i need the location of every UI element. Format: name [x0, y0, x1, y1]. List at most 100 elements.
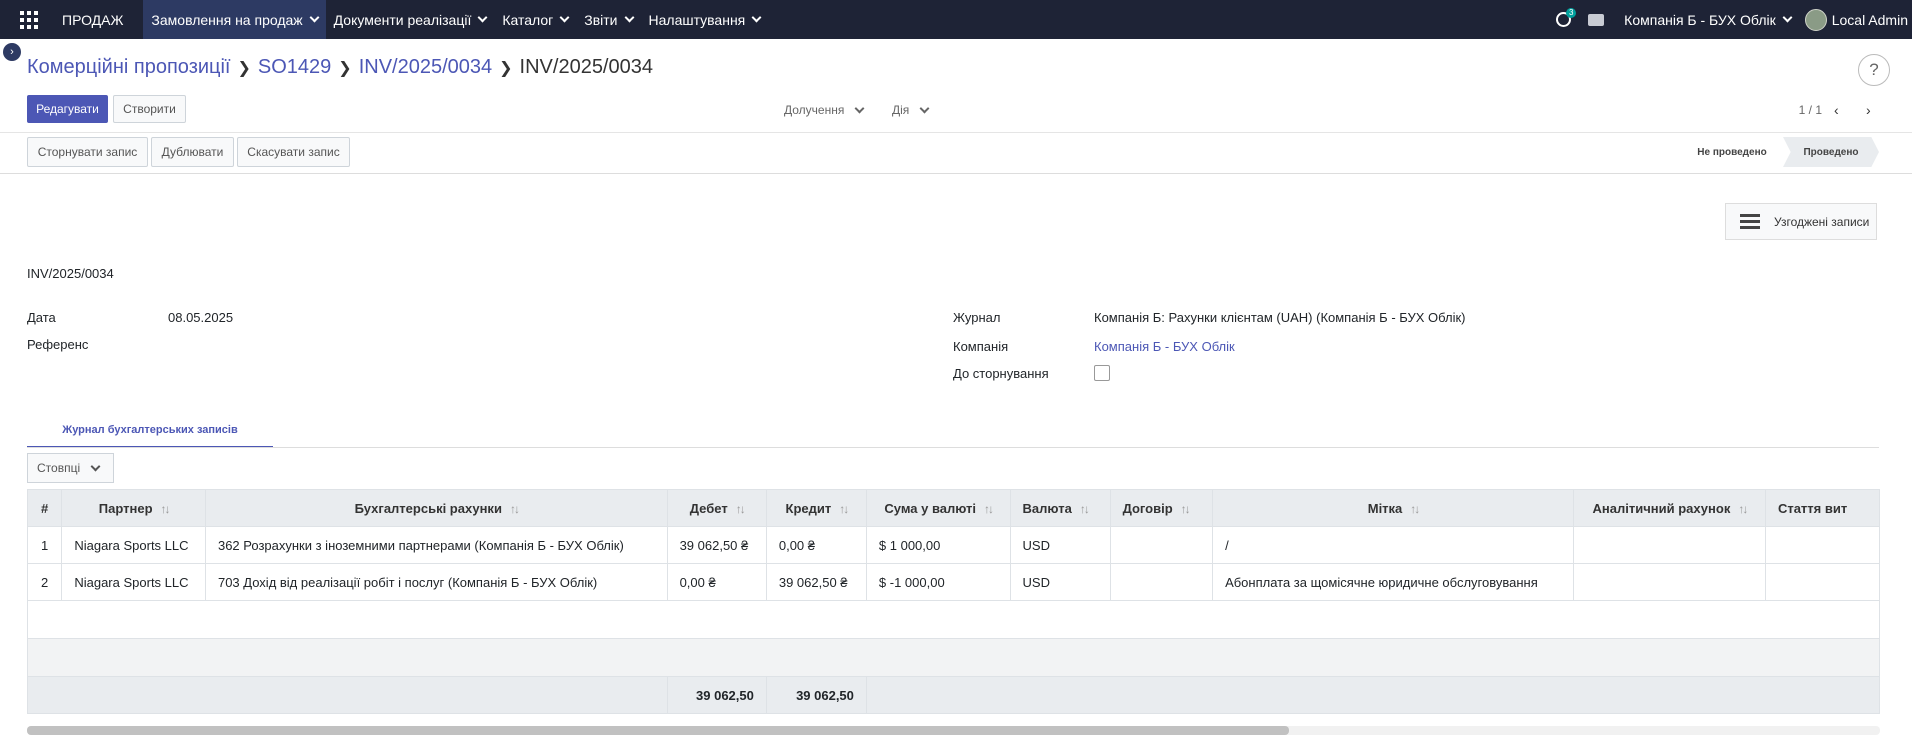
help-icon[interactable]: ?: [1858, 54, 1890, 86]
cell-amount-currency[interactable]: $ -1 000,00: [865, 563, 1011, 601]
cell-expense[interactable]: [1764, 526, 1880, 564]
chevron-down-icon: [309, 12, 320, 23]
cell-account[interactable]: 362 Розрахунки з іноземними партнерами (…: [204, 526, 668, 564]
sort-icon: ↑↓: [1738, 501, 1748, 516]
cell-partner[interactable]: Niagara Sports LLC: [61, 526, 206, 564]
reverse-entry-button[interactable]: Сторнувати запис: [27, 137, 148, 167]
column-header-partner[interactable]: Партнер ↑↓: [61, 489, 206, 527]
activity-clock-icon[interactable]: 3: [1550, 0, 1577, 39]
pager-previous-icon[interactable]: ‹: [1834, 102, 1839, 118]
user-menu[interactable]: Local Admin: [1804, 8, 1912, 31]
menu-reports[interactable]: Звіти: [576, 0, 640, 39]
column-header-contract[interactable]: Договір ↑↓: [1109, 489, 1214, 527]
sort-icon: ↑↓: [839, 501, 849, 516]
reference-label: Референс: [27, 337, 89, 352]
cell-contract[interactable]: [1109, 563, 1214, 601]
edit-button[interactable]: Редагувати: [27, 95, 108, 123]
action-dropdown[interactable]: Дія: [892, 103, 930, 117]
table-row[interactable]: 1 Niagara Sports LLC 362 Розрахунки з ін…: [27, 526, 1880, 564]
column-header-label[interactable]: Мітка ↑↓: [1212, 489, 1574, 527]
cell-num: 1: [27, 526, 63, 564]
menu-catalog[interactable]: Каталог: [494, 0, 576, 39]
empty-row: [27, 638, 1880, 677]
to-reverse-label: До сторнування: [953, 366, 1049, 381]
cell-analytic[interactable]: [1572, 526, 1766, 564]
scrollbar-thumb[interactable]: [27, 726, 1289, 735]
cell-debit[interactable]: 39 062,50 ₴: [666, 526, 767, 564]
totals-row: 39 062,50 39 062,50: [27, 676, 1880, 714]
cell-currency[interactable]: USD: [1009, 526, 1111, 564]
column-header-account[interactable]: Бухгалтерські рахунки ↑↓: [204, 489, 668, 527]
create-button[interactable]: Створити: [113, 95, 186, 123]
top-navbar: ПРОДАЖ Замовлення на продаж Документи ре…: [0, 0, 1912, 39]
chevron-down-icon: [751, 12, 762, 23]
menu-sales-orders[interactable]: Замовлення на продаж: [143, 0, 326, 39]
cell-partner[interactable]: Niagara Sports LLC: [61, 563, 206, 601]
cell-credit[interactable]: 39 062,50 ₴: [765, 563, 867, 601]
chevron-down-icon: [559, 12, 570, 23]
column-header-amount-currency[interactable]: Сума у валюті ↑↓: [865, 489, 1011, 527]
breadcrumb-sale-order[interactable]: SO1429: [258, 56, 331, 79]
status-posted: Проведено: [1783, 137, 1879, 167]
horizontal-scrollbar[interactable]: [27, 726, 1880, 735]
tab-journal-items[interactable]: Журнал бухгалтерських записів: [27, 413, 273, 448]
column-header-expense[interactable]: Стаття вит: [1764, 489, 1880, 527]
column-header-debit[interactable]: Дебет ↑↓: [666, 489, 767, 527]
pager-next-icon[interactable]: ›: [1866, 102, 1871, 118]
chevron-down-icon: [624, 12, 634, 23]
company-switcher[interactable]: Компанія Б - БУХ Облік: [1616, 12, 1805, 28]
column-header-currency[interactable]: Валюта ↑↓: [1009, 489, 1111, 527]
cell-expense[interactable]: [1764, 563, 1880, 601]
messaging-icon[interactable]: [1576, 0, 1616, 39]
sort-icon: ↑↓: [509, 501, 520, 516]
pager-value: 1 / 1: [1798, 103, 1822, 117]
duplicate-button[interactable]: Дублювати: [151, 137, 234, 167]
total-debit: 39 062,50: [666, 676, 767, 714]
sort-icon: ↑↓: [735, 501, 746, 516]
column-header-num: #: [27, 489, 63, 527]
apps-menu-icon[interactable]: [0, 0, 58, 39]
avatar: [1804, 8, 1827, 31]
date-field[interactable]: 08.05.2025: [168, 310, 233, 325]
journal-label: Журнал: [953, 310, 1001, 325]
cell-label[interactable]: /: [1212, 526, 1574, 564]
chevron-down-icon: [477, 12, 488, 23]
journal-field[interactable]: Компанія Б: Рахунки клієнтам (UAH) (Комп…: [1094, 310, 1466, 325]
cancel-entry-button[interactable]: Скасувати запис: [237, 137, 350, 167]
company-link[interactable]: Компанія Б - БУХ Облік: [1094, 339, 1235, 354]
cell-account[interactable]: 703 Дохід від реалізації робіт і послуг …: [204, 563, 668, 601]
chevron-right-icon: ❯: [338, 59, 352, 77]
cell-currency[interactable]: USD: [1009, 563, 1111, 601]
reconciled-items-button[interactable]: Узгоджені записи: [1725, 203, 1877, 240]
app-brand: ПРОДАЖ: [62, 11, 124, 28]
cell-num: 2: [27, 563, 63, 601]
table-header-row: # Партнер ↑↓ Бухгалтерські рахунки ↑↓ Дебе…: [27, 489, 1880, 527]
chevron-down-icon: [919, 103, 930, 113]
status-draft[interactable]: Не проведено: [1692, 137, 1772, 167]
chevron-right-icon: ❯: [237, 59, 251, 77]
empty-row: [27, 600, 1880, 639]
cell-amount-currency[interactable]: $ 1 000,00: [865, 526, 1011, 564]
to-reverse-checkbox[interactable]: [1094, 365, 1110, 381]
journal-items-table-wrapper: # Партнер ↑↓ Бухгалтерські рахунки ↑↓ Дебе…: [27, 489, 1880, 716]
breadcrumb-quotations[interactable]: Комерційні пропозиції: [27, 56, 231, 79]
column-header-analytic[interactable]: Аналітичний рахунок ↑↓: [1572, 489, 1766, 527]
cell-label[interactable]: Абонплата за щомісячне юридичне обслугов…: [1212, 563, 1574, 601]
menu-sales-documents[interactable]: Документи реалізації: [326, 0, 495, 39]
cell-analytic[interactable]: [1572, 563, 1766, 601]
list-icon: [1740, 211, 1760, 232]
total-credit: 39 062,50: [765, 676, 867, 714]
column-header-credit[interactable]: Кредит ↑↓: [765, 489, 867, 527]
record-name: INV/2025/0034: [27, 266, 114, 281]
attachments-dropdown[interactable]: Долучення: [784, 103, 865, 117]
chevron-right-icon: ❯: [499, 59, 513, 77]
sidebar-toggle-icon[interactable]: ›: [3, 43, 21, 61]
cell-debit[interactable]: 0,00 ₴: [666, 563, 767, 601]
columns-dropdown[interactable]: Стовпці: [27, 453, 114, 483]
sort-icon: ↑↓: [984, 501, 994, 516]
breadcrumb-invoice[interactable]: INV/2025/0034: [359, 56, 492, 79]
cell-contract[interactable]: [1109, 526, 1214, 564]
menu-settings[interactable]: Налаштування: [641, 0, 769, 39]
cell-credit[interactable]: 0,00 ₴: [765, 526, 867, 564]
table-row[interactable]: 2 Niagara Sports LLC 703 Дохід від реалі…: [27, 563, 1880, 601]
